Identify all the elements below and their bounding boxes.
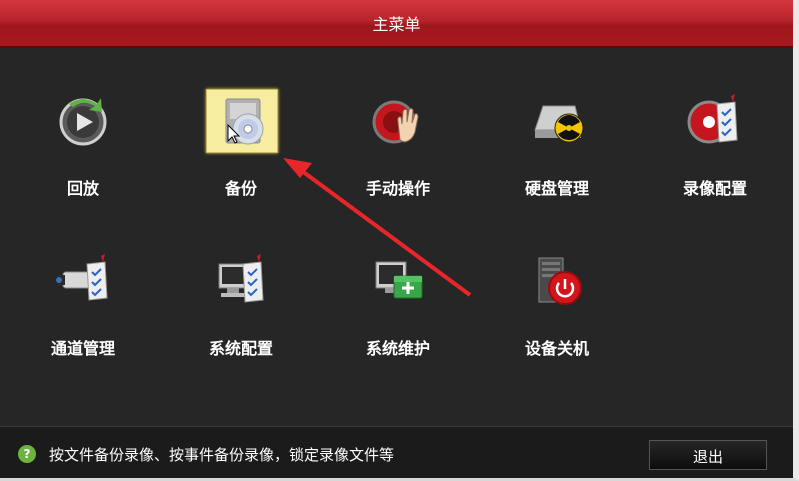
manual-operation-icon <box>372 100 419 144</box>
menu-item-playback[interactable]: 回放 <box>13 89 153 219</box>
menu-item-label: 手动操作 <box>365 179 430 198</box>
status-hint-text: 按文件备份录像、按事件备份录像，锁定录像文件等 <box>49 446 395 464</box>
system-config-icon <box>218 254 264 303</box>
menu-item-label: 设备关机 <box>524 339 589 358</box>
menu-item-hdd-management[interactable]: 硬盘管理 <box>487 89 627 219</box>
menu-item-label: 系统配置 <box>208 339 273 358</box>
menu-item-label: 录像配置 <box>682 179 747 198</box>
menu-item-label: 硬盘管理 <box>524 179 589 198</box>
menu-item-label: 系统维护 <box>365 339 430 358</box>
help-icon: ? <box>18 445 36 463</box>
window-title: 主菜单 <box>372 15 421 34</box>
hdd-management-icon <box>534 105 584 143</box>
menu-item-system-config[interactable]: 系统配置 <box>171 249 311 379</box>
menu-item-label: 备份 <box>224 179 257 198</box>
backup-icon <box>225 98 264 145</box>
main-menu-window: 主菜单 回放 备份 手动操作 硬盘管理 录像配置 通道管理 系统配置 系统维护 … <box>0 0 799 481</box>
record-config-icon <box>687 94 738 144</box>
menu-grid: 回放 备份 手动操作 硬盘管理 录像配置 通道管理 系统配置 系统维护 设备关机 <box>0 48 793 426</box>
exit-button[interactable]: 退出 <box>649 440 767 470</box>
camera-channel-icon <box>56 254 108 301</box>
title-bar: 主菜单 <box>0 0 793 48</box>
menu-item-label: 回放 <box>66 179 99 198</box>
system-maintenance-icon <box>375 261 423 299</box>
menu-item-label: 通道管理 <box>50 339 115 358</box>
menu-item-backup[interactable]: 备份 <box>171 89 311 219</box>
menu-item-system-maintenance[interactable]: 系统维护 <box>328 249 468 379</box>
menu-item-manual-operation[interactable]: 手动操作 <box>328 89 468 219</box>
menu-item-shutdown[interactable]: 设备关机 <box>487 249 627 379</box>
menu-item-record-config[interactable]: 录像配置 <box>645 89 785 219</box>
playback-icon <box>59 98 107 146</box>
status-bar: ? 按文件备份录像、按事件备份录像，锁定录像文件等 退出 <box>0 426 793 478</box>
menu-item-channel-management[interactable]: 通道管理 <box>13 249 153 379</box>
shutdown-icon <box>538 257 582 305</box>
